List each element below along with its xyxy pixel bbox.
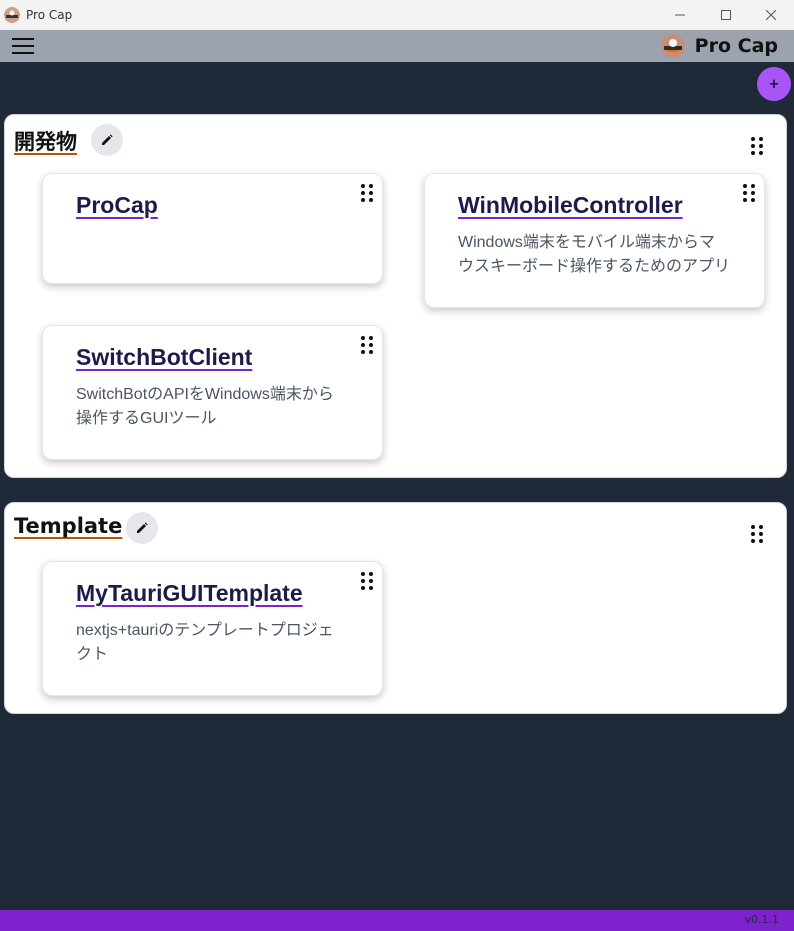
maximize-icon <box>721 10 731 20</box>
window-titlebar: Pro Cap <box>0 0 794 30</box>
card-description-line: クト <box>76 646 109 663</box>
brand-logo-icon <box>660 34 685 58</box>
add-group-button[interactable]: + <box>757 67 791 101</box>
project-card[interactable]: WinMobileController Windows端末をモバイル端末からマ … <box>424 173 765 308</box>
group-drag-handle-icon[interactable] <box>751 137 763 155</box>
card-drag-handle-icon[interactable] <box>361 336 373 354</box>
edit-group-button[interactable] <box>126 512 158 544</box>
edit-group-button[interactable] <box>91 124 123 156</box>
brand: Pro Cap <box>660 33 778 59</box>
card-description-line: ウスキーボード操作するためのアプリ <box>458 258 731 275</box>
close-button[interactable] <box>748 0 794 30</box>
card-description: nextjs+tauriのテンプレートプロジェ クト <box>76 619 334 667</box>
project-card[interactable]: ProCap <box>42 173 383 284</box>
card-title[interactable]: SwitchBotClient <box>76 344 252 371</box>
pencil-icon <box>102 134 113 145</box>
version-label: v0.1.1 <box>744 913 780 926</box>
card-title[interactable]: ProCap <box>76 192 158 219</box>
project-card[interactable]: SwitchBotClient SwitchBotのAPIをWindows端末か… <box>42 325 383 460</box>
card-description-line: 操作するGUIツール <box>76 410 217 427</box>
app-header: Pro Cap <box>0 30 794 62</box>
close-icon <box>766 10 776 20</box>
card-title[interactable]: MyTauriGUITemplate <box>76 580 303 607</box>
card-drag-handle-icon[interactable] <box>361 572 373 590</box>
window-title: Pro Cap <box>26 8 73 22</box>
card-drag-handle-icon[interactable] <box>361 184 373 202</box>
group-title: 開発物 <box>14 130 77 154</box>
pencil-icon <box>137 522 148 533</box>
group-title: Template <box>14 514 123 538</box>
group-drag-handle-icon[interactable] <box>751 525 763 543</box>
card-drag-handle-icon[interactable] <box>743 184 755 202</box>
minimize-icon <box>675 14 685 16</box>
minimize-button[interactable] <box>657 0 703 30</box>
card-title[interactable]: WinMobileController <box>458 192 683 219</box>
status-footer: v0.1.1 <box>0 910 794 931</box>
group-panel: Template MyTauriGUITemplate nextjs+tauri… <box>4 502 787 714</box>
project-card[interactable]: MyTauriGUITemplate nextjs+tauriのテンプレートプロ… <box>42 561 383 696</box>
card-description-line: nextjs+tauriのテンプレートプロジェ <box>76 622 334 639</box>
menu-button[interactable] <box>12 38 34 54</box>
card-description-line: Windows端末をモバイル端末からマ <box>458 234 715 251</box>
card-description: Windows端末をモバイル端末からマ ウスキーボード操作するためのアプリ <box>458 231 730 279</box>
brand-name: Pro Cap <box>694 35 778 57</box>
group-panel: 開発物 ProCap WinMobileController Windows端末… <box>4 114 787 478</box>
app-icon <box>4 7 20 23</box>
card-description: SwitchBotのAPIをWindows端末から 操作するGUIツール <box>76 383 334 431</box>
card-description-line: SwitchBotのAPIをWindows端末から <box>76 386 334 403</box>
maximize-button[interactable] <box>703 0 749 30</box>
